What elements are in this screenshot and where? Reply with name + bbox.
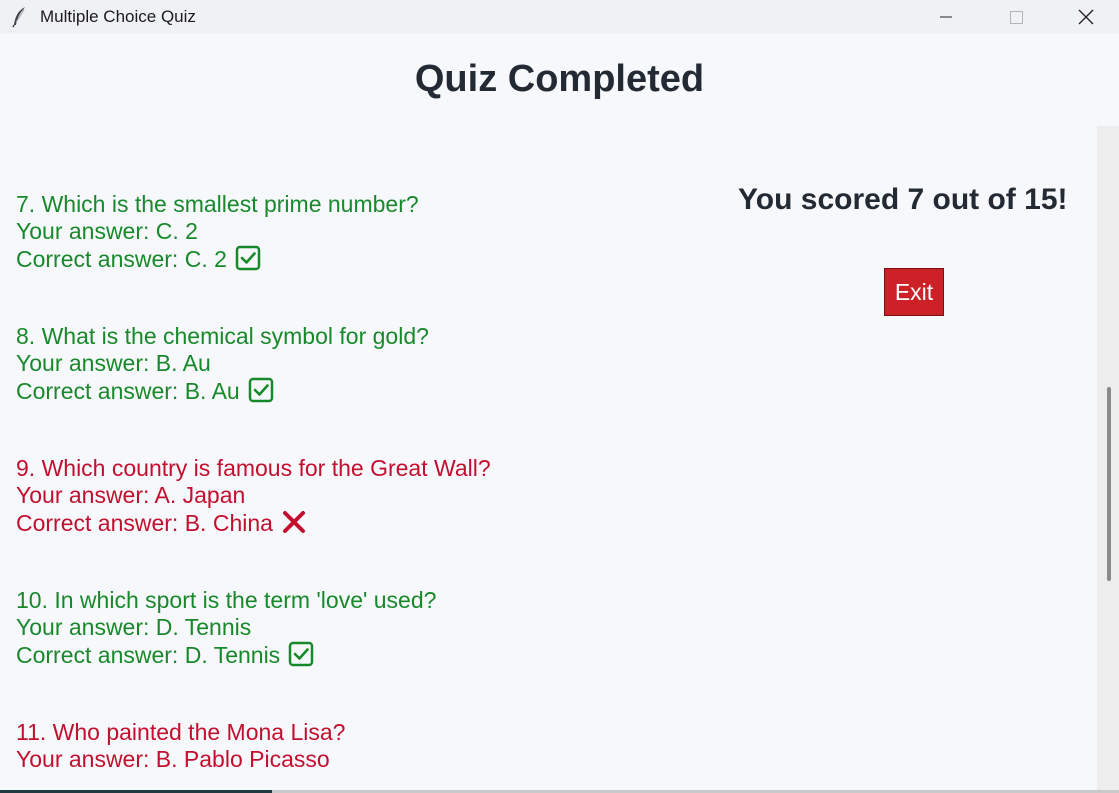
question-text: 10. In which sport is the term 'love' us… bbox=[16, 587, 437, 613]
cross-icon bbox=[281, 509, 307, 541]
maximize-button[interactable] bbox=[983, 0, 1049, 34]
your-answer: Your answer: A. Japan bbox=[16, 482, 246, 508]
question-text: 8. What is the chemical symbol for gold? bbox=[16, 323, 429, 349]
your-answer: Your answer: B. Pablo Picasso bbox=[16, 746, 330, 772]
check-box-icon bbox=[288, 641, 314, 673]
feather-icon bbox=[10, 6, 30, 28]
results-scroll-area[interactable]: 7. Which is the smallest prime number? Y… bbox=[0, 126, 1097, 790]
your-answer: Your answer: D. Tennis bbox=[16, 614, 252, 640]
correct-answer: Correct answer: C. 2 bbox=[16, 246, 227, 272]
page-title: Quiz Completed bbox=[414, 58, 705, 100]
minimize-icon bbox=[940, 16, 952, 18]
question-text: 11. Who painted the Mona Lisa? bbox=[16, 719, 346, 745]
check-box-icon bbox=[248, 377, 274, 409]
your-answer: Your answer: C. 2 bbox=[16, 218, 198, 244]
your-answer: Your answer: B. Au bbox=[16, 350, 211, 376]
score-text: You scored 7 out of 15! bbox=[738, 183, 1068, 216]
correct-answer: Correct answer: B. Au bbox=[16, 378, 240, 404]
close-icon bbox=[1078, 9, 1094, 25]
correct-answer: Correct answer: B. China bbox=[16, 510, 273, 536]
minimize-button[interactable] bbox=[913, 0, 979, 34]
correct-answer: Correct answer: D. Tennis bbox=[16, 642, 281, 668]
close-button[interactable] bbox=[1053, 0, 1119, 34]
question-text: 7. Which is the smallest prime number? bbox=[16, 191, 419, 217]
window-title: Multiple Choice Quiz bbox=[40, 7, 196, 26]
title-bar: Multiple Choice Quiz bbox=[0, 0, 1119, 34]
question-text: 9. Which country is famous for the Great… bbox=[16, 455, 491, 481]
check-box-icon bbox=[235, 245, 261, 277]
maximize-icon bbox=[1010, 11, 1023, 24]
scrollbar-thumb[interactable] bbox=[1107, 387, 1111, 581]
exit-button[interactable]: Exit bbox=[884, 268, 944, 316]
